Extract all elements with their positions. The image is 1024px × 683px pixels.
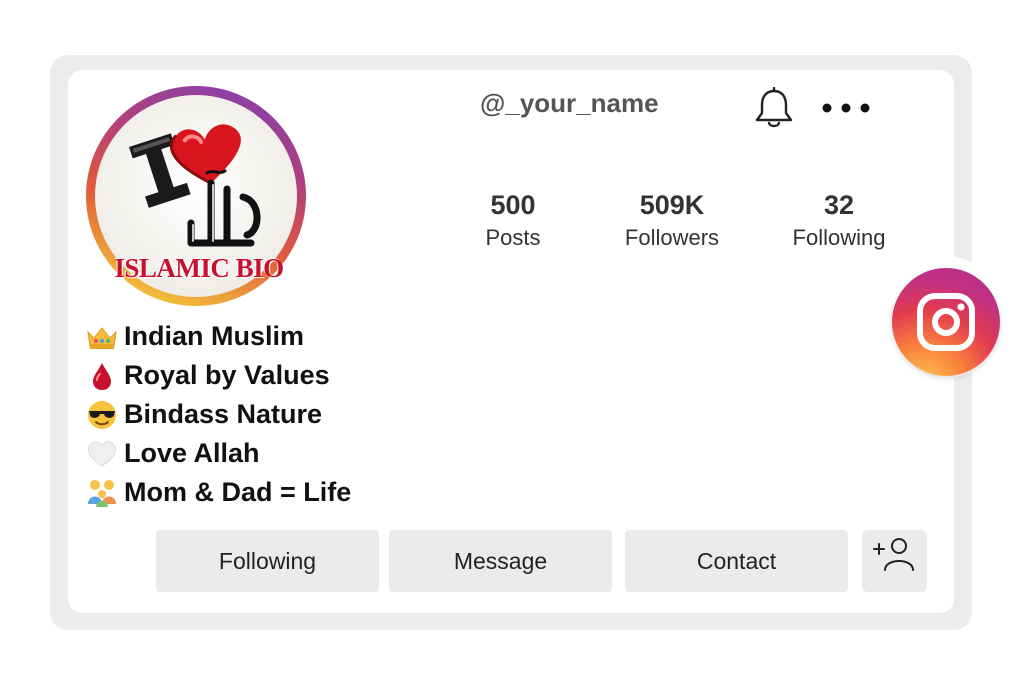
following-button[interactable]: Following <box>156 530 379 592</box>
bio-text: Indian Muslim <box>124 321 305 351</box>
stat-followers[interactable]: 509K Followers <box>592 188 752 252</box>
more-dots-icon[interactable] <box>820 97 872 119</box>
drop-icon <box>86 361 118 391</box>
bio-text: Bindass Nature <box>124 399 323 429</box>
bio-text: Love Allah <box>124 438 260 468</box>
stat-posts[interactable]: 500 Posts <box>433 188 593 252</box>
allah-calligraphy-icon <box>187 169 261 247</box>
bio-line: Indian Muslim <box>86 317 351 356</box>
stat-following[interactable]: 32 Following <box>759 188 919 252</box>
contact-button[interactable]: Contact <box>625 530 848 592</box>
crown-icon <box>86 322 118 352</box>
avatar-caption: ISLAMIC BIO <box>114 253 284 283</box>
bio-line: Love Allah <box>86 434 351 473</box>
bio-line: Royal by Values <box>86 356 351 395</box>
bio-line: Bindass Nature <box>86 395 351 434</box>
bio-text: Royal by Values <box>124 360 330 390</box>
stat-label: Posts <box>485 225 541 250</box>
bell-icon[interactable] <box>754 86 794 129</box>
stat-label: Following <box>792 225 886 250</box>
stat-value: 500 <box>490 190 536 220</box>
instagram-logo-icon <box>892 268 1000 376</box>
bio-list: Indian Muslim Royal by Values Bindass Na… <box>86 317 351 512</box>
add-person-icon <box>873 538 914 571</box>
add-friend-button[interactable] <box>862 530 927 592</box>
bio-text: Mom & Dad = Life <box>124 477 352 507</box>
white-heart-icon <box>86 439 118 469</box>
sunglasses-face-icon <box>86 400 118 430</box>
bio-line: Mom & Dad = Life <box>86 473 351 512</box>
stat-label: Followers <box>624 225 720 250</box>
stat-value: 509K <box>639 190 705 220</box>
stat-value: 32 <box>823 190 855 220</box>
family-icon <box>86 478 118 508</box>
message-button[interactable]: Message <box>389 530 612 592</box>
heart-icon <box>170 124 241 185</box>
username[interactable]: @_your_name <box>480 88 659 119</box>
